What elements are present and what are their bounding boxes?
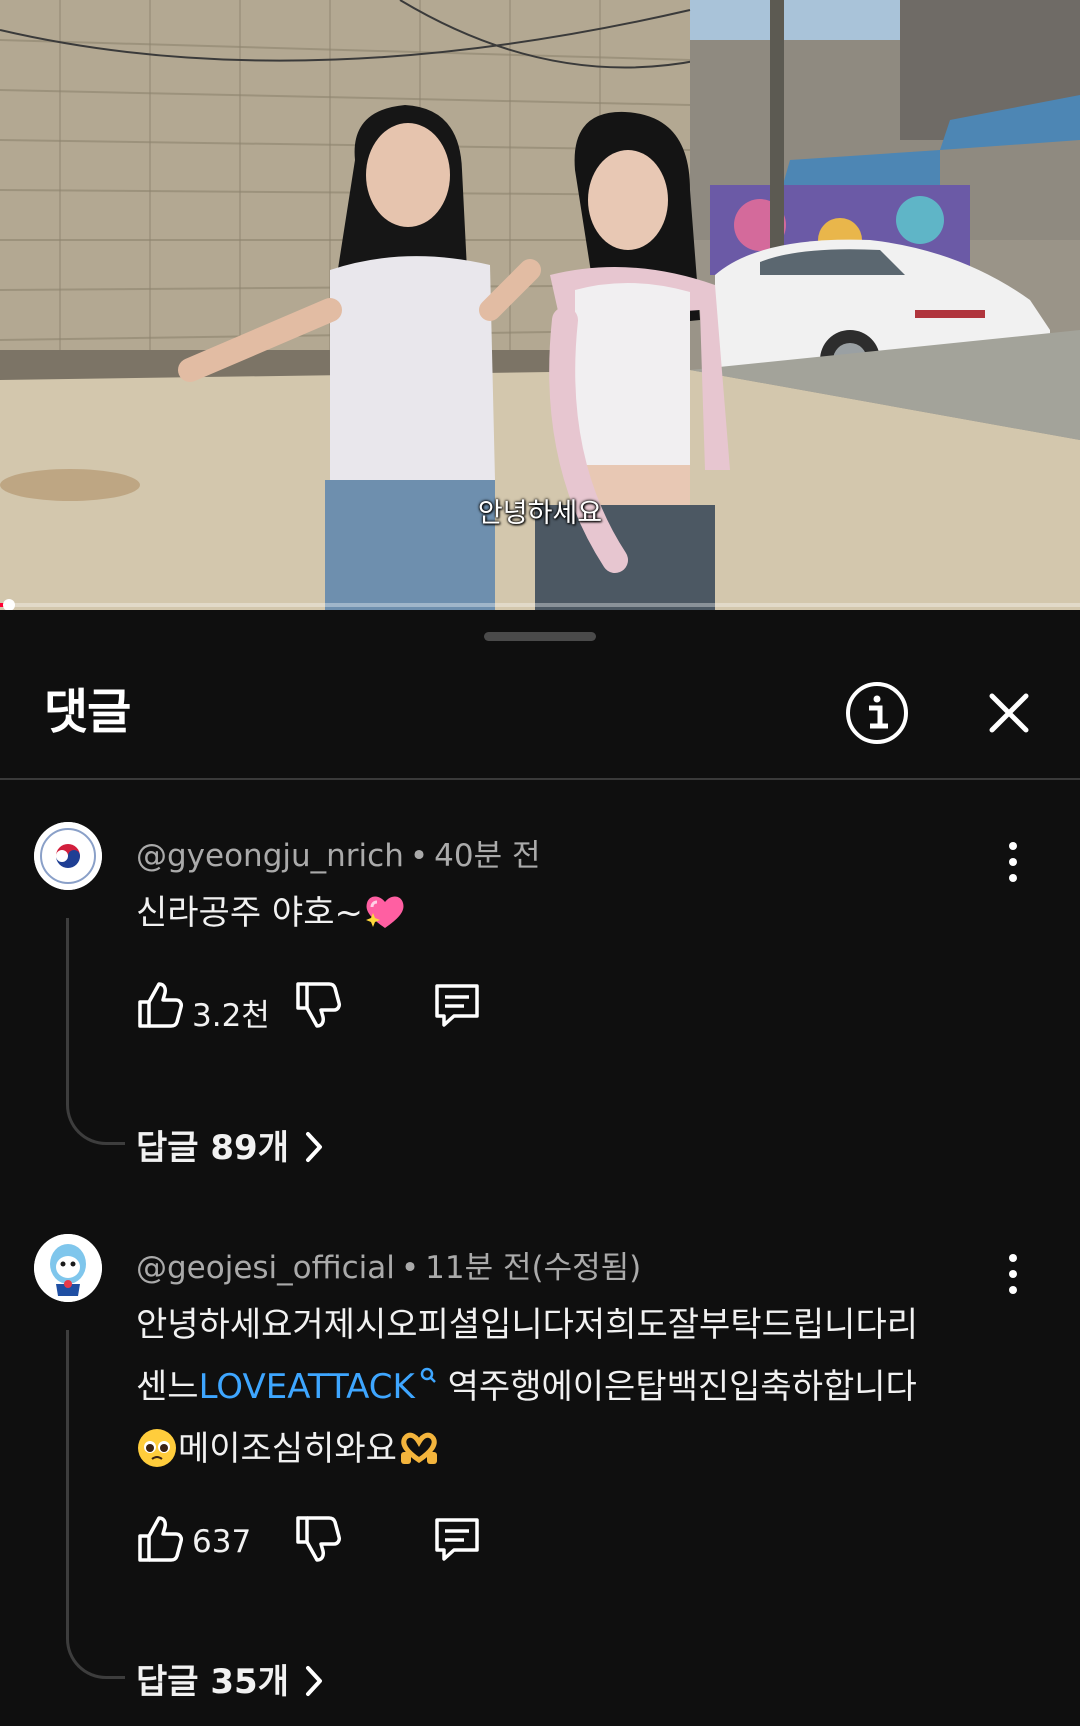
reply-button[interactable] xyxy=(432,1514,482,1570)
thumbs-down-icon xyxy=(296,982,341,1028)
comment-text: 신라공주 야호~ xyxy=(136,882,1016,944)
heart-hands-icon xyxy=(400,1432,437,1464)
comment-author[interactable]: @geojesi_official xyxy=(136,1250,395,1286)
mascot-avatar-icon xyxy=(34,1234,102,1302)
text-segment: 메이조심히와요 xyxy=(178,1429,397,1469)
close-button[interactable] xyxy=(982,686,1036,740)
thumbs-down-icon xyxy=(296,1516,341,1562)
reply-comment-icon xyxy=(435,1518,479,1561)
pleading-face-icon xyxy=(138,1428,176,1467)
video-player[interactable]: 안녕하세요 xyxy=(0,0,1080,610)
text-segment: 센느 xyxy=(136,1367,199,1407)
comment-text-line: 안녕하세요거제시오피셜입니다저희도잘부탁드립니다리 xyxy=(136,1294,1016,1356)
comments-title: 댓글 xyxy=(44,684,131,740)
video-caption: 안녕하세요 xyxy=(477,498,603,529)
chevron-right-icon xyxy=(306,1131,322,1162)
comment-item: @gyeongju_nrich • 40분 전 신라공주 야호~ 3.2천 답글… xyxy=(0,822,1080,1182)
chevron-right-icon xyxy=(306,1665,322,1696)
government-seal-avatar-icon xyxy=(34,822,102,890)
info-circle-icon xyxy=(846,682,908,744)
info-button[interactable] xyxy=(844,680,910,746)
thumbs-up-icon xyxy=(138,982,183,1028)
meta-separator: • xyxy=(400,1250,420,1286)
comment-text-line: 메이조심히와요 xyxy=(136,1418,1016,1480)
meta-separator: • xyxy=(409,838,429,874)
like-count: 3.2천 xyxy=(192,998,270,1034)
text-segment: 역주행에이은탑백진입축하합니다 xyxy=(436,1367,917,1407)
more-vert-icon xyxy=(1009,842,1017,882)
comment-time: 11분 전(수정됨) xyxy=(425,1250,642,1286)
replies-label: 답글 35개 xyxy=(136,1662,289,1702)
comment-more-button[interactable] xyxy=(996,1248,1030,1304)
like-button[interactable] xyxy=(136,1514,184,1570)
comment-item: @geojesi_official • 11분 전(수정됨) 안녕하세요거제시오피셜… xyxy=(0,1234,1080,1714)
sheet-drag-handle[interactable] xyxy=(484,632,596,641)
view-replies-button[interactable]: 답글 35개 xyxy=(136,1654,325,1703)
reply-comment-icon xyxy=(435,984,479,1027)
thread-line xyxy=(66,1330,125,1679)
thumbs-up-icon xyxy=(138,1516,183,1562)
text-segment: 안녕하세요거제시오피셜입니다저희도잘부탁드립니다리 xyxy=(136,1305,918,1345)
thread-line xyxy=(66,918,125,1145)
search-icon xyxy=(420,1367,436,1383)
comment-actions: 637 xyxy=(136,1514,496,1574)
comments-sheet: 댓글 @gyeongju_nrich • 40분 전 신라공주 야호~ 3.2천… xyxy=(0,610,1080,1726)
more-vert-icon xyxy=(1009,1254,1017,1294)
comment-text: 안녕하세요거제시오피셜입니다저희도잘부탁드립니다리 센느LOVEATTACK 역… xyxy=(136,1294,1016,1480)
reply-button[interactable] xyxy=(432,980,482,1036)
search-link[interactable]: LOVEATTACK xyxy=(199,1367,415,1407)
view-replies-button[interactable]: 답글 89개 xyxy=(136,1120,325,1169)
like-count: 637 xyxy=(192,1524,252,1560)
dislike-button[interactable] xyxy=(294,980,342,1036)
comment-text-line: 센느LOVEATTACK 역주행에이은탑백진입축하합니다 xyxy=(136,1356,1016,1418)
avatar[interactable] xyxy=(34,1234,102,1302)
comment-more-button[interactable] xyxy=(996,836,1030,892)
comment-meta: @gyeongju_nrich • 40분 전 xyxy=(136,830,541,875)
header-divider xyxy=(0,778,1080,780)
close-icon xyxy=(989,693,1029,733)
comment-author[interactable]: @gyeongju_nrich xyxy=(136,838,404,874)
comment-time: 40분 전 xyxy=(434,838,541,874)
video-progress-bar[interactable] xyxy=(0,599,1080,610)
video-scrubber-handle[interactable] xyxy=(2,599,15,610)
avatar[interactable] xyxy=(34,822,102,890)
comment-actions: 3.2천 xyxy=(136,980,496,1040)
dislike-button[interactable] xyxy=(294,1514,342,1570)
replies-label: 답글 89개 xyxy=(136,1128,289,1168)
comment-meta: @geojesi_official • 11분 전(수정됨) xyxy=(136,1242,641,1287)
sparkling-heart-icon xyxy=(365,895,404,928)
comment-text-line: 신라공주 야호~ xyxy=(136,893,363,933)
like-button[interactable] xyxy=(136,980,184,1036)
